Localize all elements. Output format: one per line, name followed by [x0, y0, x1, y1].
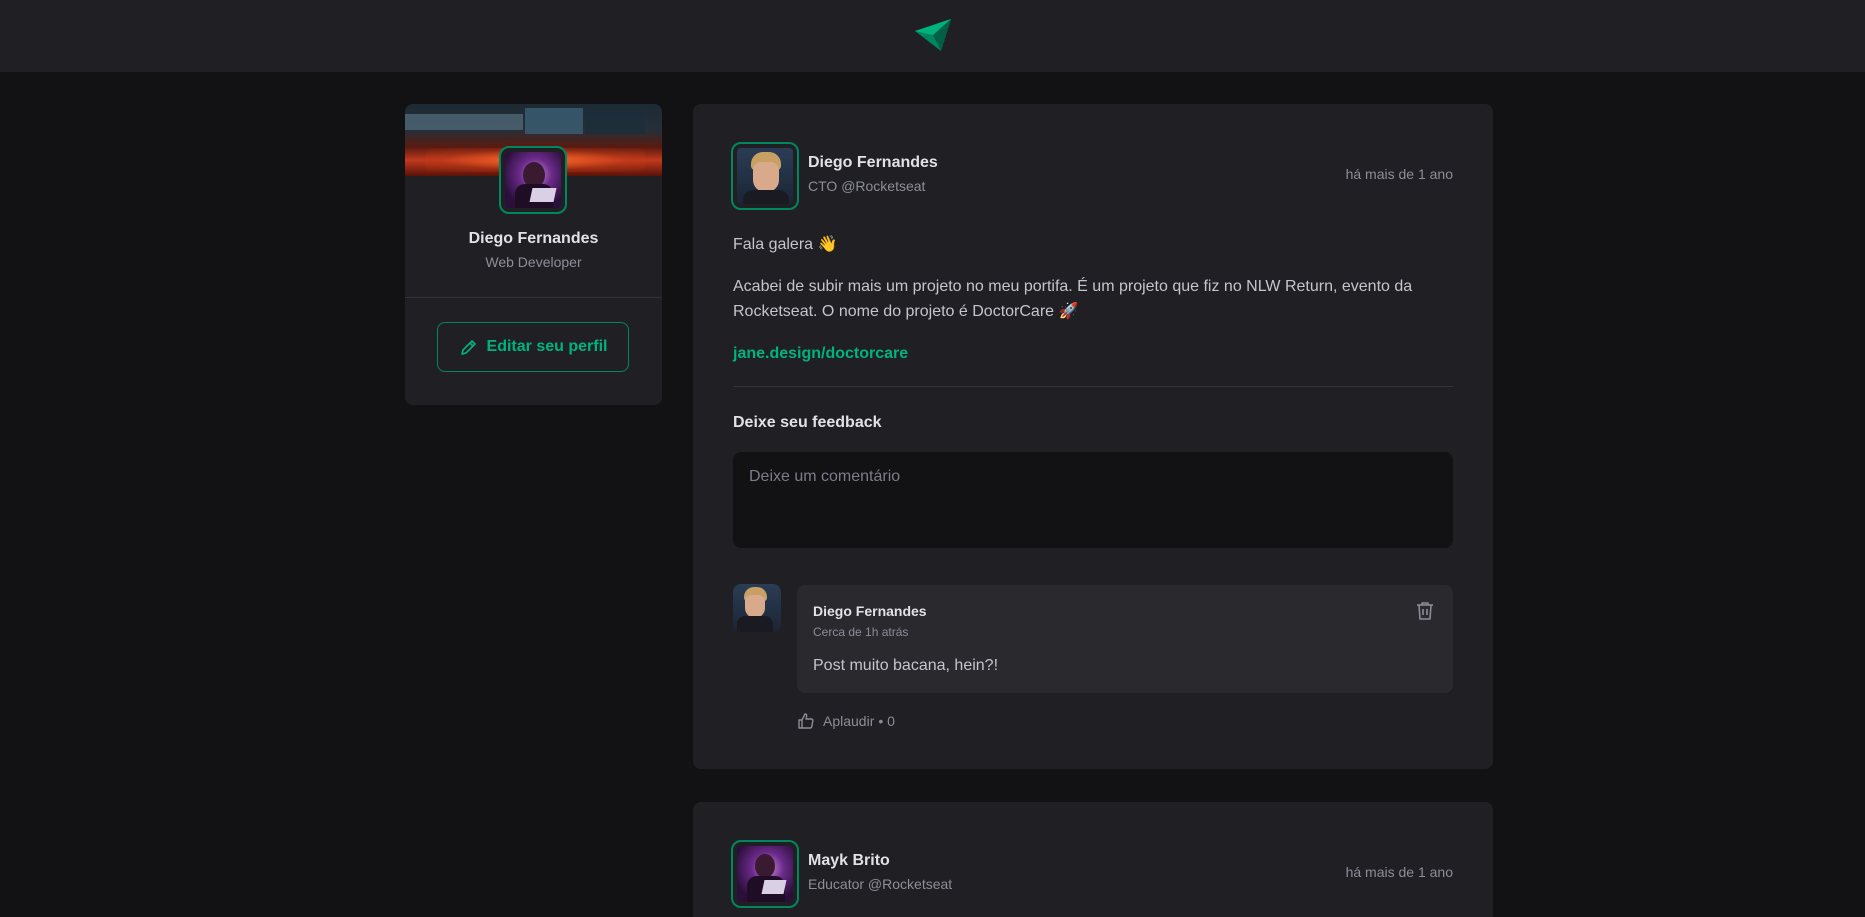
comment-text: Post muito bacana, hein?! [813, 657, 999, 674]
profile-name: Diego Fernandes [468, 230, 599, 247]
trash-icon [1417, 602, 1433, 620]
post-paragraph: Acabei de subir mais um projeto no meu p… [733, 278, 1413, 320]
comment-input[interactable] [733, 452, 1453, 548]
comment-author: Diego Fernandes [813, 603, 927, 619]
app-header [0, 0, 1865, 72]
comment-box: Diego Fernandes Cerca de 1h atrás Post m… [797, 585, 1453, 693]
applaud-button[interactable]: Aplaudir • 0 [797, 709, 895, 733]
applaud-label: Aplaudir [823, 713, 875, 729]
avatar[interactable] [499, 146, 567, 214]
thumbs-up-icon [798, 713, 814, 729]
comment-timestamp: Cerca de 1h atrás [813, 625, 909, 639]
divider [405, 297, 662, 298]
delete-comment-button[interactable] [1413, 599, 1437, 623]
profile-role: Web Developer [485, 254, 582, 270]
post: Mayk Brito Educator @Rocketseat há mais … [693, 802, 1493, 917]
post-timestamp: há mais de 1 ano [1345, 864, 1453, 880]
post-author-role: Educator @Rocketseat [808, 876, 953, 892]
post-author-role: CTO @Rocketseat [808, 178, 926, 194]
feedback-title: Deixe seu feedback [733, 414, 882, 431]
post-link[interactable]: jane.design/doctorcare [733, 345, 908, 362]
post: Diego Fernandes CTO @Rocketseat há mais … [693, 104, 1493, 769]
applaud-count: • 0 [878, 713, 895, 729]
post-author-name: Diego Fernandes [808, 154, 938, 171]
edit-profile-label: Editar seu perfil [486, 338, 608, 355]
post-content: Fala galera 👋 Acabei de subir mais um pr… [733, 232, 1453, 383]
ignite-logo-icon [914, 19, 951, 51]
post-timestamp: há mais de 1 ano [1345, 166, 1453, 182]
avatar[interactable] [731, 840, 799, 908]
pencil-icon [460, 340, 476, 355]
post-author-name: Mayk Brito [808, 852, 890, 869]
avatar[interactable] [731, 142, 799, 210]
divider [733, 386, 1453, 387]
post-paragraph: Fala galera 👋 [733, 236, 838, 253]
avatar[interactable] [733, 584, 781, 632]
profile-sidebar: Diego Fernandes Web Developer Editar seu… [405, 104, 662, 405]
edit-profile-button[interactable]: Editar seu perfil [437, 322, 629, 372]
